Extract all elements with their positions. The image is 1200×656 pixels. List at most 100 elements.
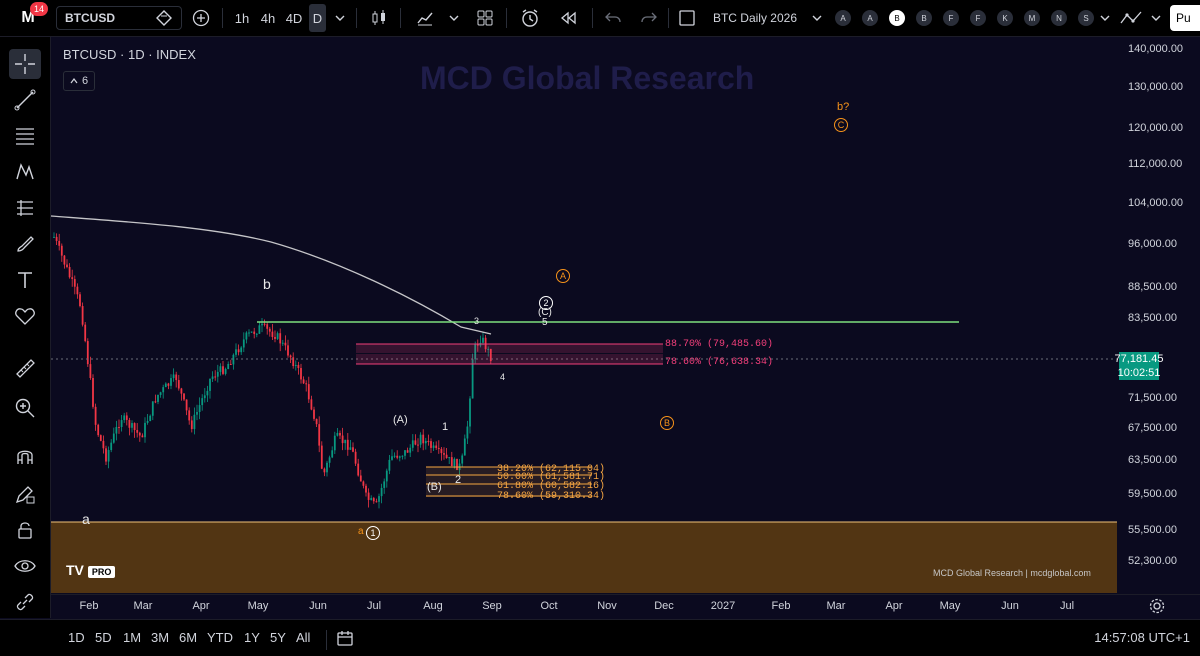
publish-button[interactable]: Pu <box>1170 5 1200 31</box>
candle-body <box>242 339 245 348</box>
layout-tab-b1[interactable]: B <box>889 10 905 26</box>
ruler-icon[interactable] <box>9 353 41 383</box>
range-3m[interactable]: 3M <box>151 630 169 645</box>
pencil-lock-icon[interactable] <box>9 479 41 509</box>
magnet-icon[interactable] <box>9 441 41 471</box>
candle-body <box>307 384 310 400</box>
candle-body <box>266 324 269 329</box>
range-1m[interactable]: 1M <box>123 630 141 645</box>
candle-body <box>55 236 58 241</box>
candle-body <box>172 374 175 379</box>
add-symbol-icon[interactable] <box>188 0 214 36</box>
timeframe-4d[interactable]: 4D <box>282 0 306 36</box>
date-range-calendar-icon[interactable] <box>336 629 354 652</box>
layout-square-icon[interactable] <box>676 0 698 36</box>
candles-icon[interactable] <box>366 0 392 36</box>
candle-body <box>276 333 279 339</box>
indicators-collapse[interactable]: 6 <box>63 71 95 91</box>
wave-label-a: a <box>82 511 90 527</box>
lock-icon[interactable] <box>9 515 41 545</box>
timeframe-d[interactable]: D <box>309 4 326 32</box>
replay-icon[interactable] <box>554 0 582 36</box>
crosshair-icon[interactable] <box>9 49 41 79</box>
candle-body <box>422 434 425 444</box>
undo-icon[interactable] <box>600 0 626 36</box>
layout-tab-a2[interactable]: A <box>862 10 878 26</box>
candle-body <box>255 333 258 335</box>
wave-label-2: 2 <box>455 474 462 486</box>
text-icon[interactable] <box>9 265 41 295</box>
redo-icon[interactable] <box>636 0 662 36</box>
support-zone <box>51 522 1117 593</box>
price-tick: 63,500.00 <box>1128 454 1177 466</box>
chevron-down-icon[interactable] <box>1098 0 1112 36</box>
chevron-down-icon[interactable] <box>808 0 826 36</box>
layout-name[interactable]: BTC Daily 2026 <box>705 0 805 36</box>
price-tick: 67,500.00 <box>1128 422 1177 434</box>
layout-tab-a1[interactable]: A <box>835 10 851 26</box>
alert-clock-icon[interactable] <box>516 0 544 36</box>
brush-icon[interactable] <box>9 229 41 259</box>
compare-diamond-icon[interactable] <box>150 0 178 36</box>
range-5y[interactable]: 5Y <box>270 630 286 645</box>
candle-body <box>144 422 146 438</box>
time-tick: Jun <box>1001 600 1019 612</box>
timeframe-4h[interactable]: 4h <box>256 0 280 36</box>
indicators-icon[interactable] <box>412 0 438 36</box>
candle-body <box>398 456 401 458</box>
candle-body <box>271 331 274 337</box>
chevron-down-icon[interactable] <box>330 0 350 36</box>
range-1d[interactable]: 1D <box>68 630 85 645</box>
price-tick: 140,000.00 <box>1128 43 1184 55</box>
candle-body <box>248 332 250 334</box>
layout-tab-m[interactable]: M <box>1024 10 1040 26</box>
price-axis[interactable]: 140,000.00 130,000.00 120,000.00 112,000… <box>1118 37 1200 593</box>
pattern-icon[interactable] <box>9 157 41 187</box>
layout-tab-b2[interactable]: B <box>916 10 932 26</box>
candle-body <box>333 435 336 451</box>
range-1y[interactable]: 1Y <box>244 630 260 645</box>
candle-body <box>245 332 248 340</box>
candle-body <box>378 496 380 502</box>
layout-tab-n[interactable]: N <box>1051 10 1067 26</box>
fib-retracement-icon[interactable] <box>9 121 41 151</box>
templates-grid-icon[interactable] <box>472 0 498 36</box>
prediction-icon[interactable] <box>9 193 41 223</box>
trendline-icon[interactable] <box>9 85 41 115</box>
candle-body <box>328 457 331 463</box>
candle-body <box>443 453 445 455</box>
indicator-count: 6 <box>81 75 89 87</box>
price-tick: 130,000.00 <box>1128 81 1184 93</box>
candle-body <box>357 463 360 476</box>
chevron-down-icon[interactable] <box>1148 0 1164 36</box>
candle-body <box>157 394 159 402</box>
layout-tab-f1[interactable]: F <box>943 10 959 26</box>
range-6m[interactable]: 6M <box>179 630 197 645</box>
price-chart[interactable] <box>51 37 1117 593</box>
time-tick: Apr <box>192 600 210 612</box>
range-5d[interactable]: 5D <box>95 630 112 645</box>
chart-sync-icon[interactable] <box>1116 0 1146 36</box>
candle-body <box>354 451 357 464</box>
timeframe-1h[interactable]: 1h <box>230 0 254 36</box>
candle-body <box>450 457 453 467</box>
utc-clock[interactable]: 14:57:08 UTC+1 <box>1094 630 1190 645</box>
range-all[interactable]: All <box>296 630 310 645</box>
eye-icon[interactable] <box>9 551 41 581</box>
link-icon[interactable] <box>9 587 41 617</box>
fib-label-786: 78.60% (76,638.34) <box>665 357 774 368</box>
settings-gear-icon[interactable] <box>1149 598 1165 619</box>
layout-tab-f2[interactable]: F <box>970 10 986 26</box>
candle-body <box>159 392 162 395</box>
heart-icon[interactable] <box>9 301 41 331</box>
layout-tab-k[interactable]: K <box>997 10 1013 26</box>
candle-body <box>281 342 284 344</box>
time-tick: Aug <box>423 600 443 612</box>
chevron-down-icon[interactable] <box>444 0 464 36</box>
layout-tab-s[interactable]: S <box>1078 10 1094 26</box>
price-tick: 120,000.00 <box>1128 122 1184 134</box>
candle-body <box>315 418 318 425</box>
range-ytd[interactable]: YTD <box>207 630 233 645</box>
zoom-in-icon[interactable] <box>9 393 41 423</box>
time-axis[interactable]: Feb Mar Apr May Jun Jul Aug Sep Oct Nov … <box>51 594 1200 619</box>
